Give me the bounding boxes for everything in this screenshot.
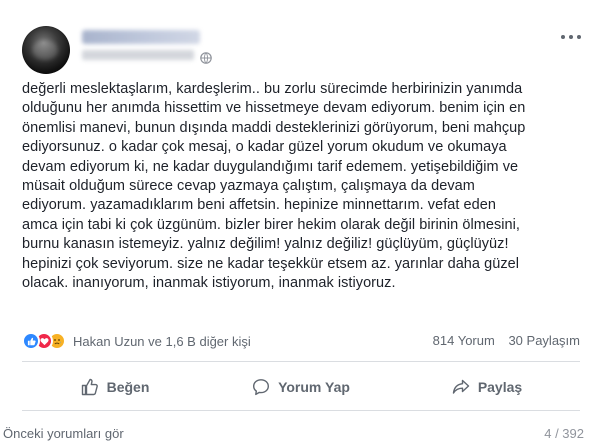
like-button-label: Beğen bbox=[106, 379, 150, 395]
comment-count[interactable]: 814 Yorum bbox=[433, 333, 495, 348]
view-previous-comments-link[interactable]: Önceki yorumları gör bbox=[3, 426, 124, 441]
author-name-blurred[interactable] bbox=[82, 30, 200, 44]
post-text-line: ediyorsunuz. o kadar çok mesaj, o kadar … bbox=[22, 139, 507, 156]
post-text-line: burnu kanasın istemeyiz. yalnız değilim!… bbox=[22, 236, 509, 253]
share-button[interactable]: Paylaş bbox=[394, 366, 580, 408]
engagement-counts: 814 Yorum 30 Paylaşım bbox=[423, 333, 580, 348]
post-text-line: ediyorum. yazamadıklarım beni affetsin. … bbox=[22, 197, 497, 214]
post-timestamp-blurred[interactable] bbox=[82, 50, 194, 60]
share-count[interactable]: 30 Paylaşım bbox=[508, 333, 580, 348]
post-text-line: olduğunu her anımda hissettim ve hissetm… bbox=[22, 100, 526, 117]
post-text-line: hepinizi çok seviyorum. size ne kadar te… bbox=[22, 255, 520, 272]
post-card: değerli meslektaşlarım, kardeşlerim.. bu… bbox=[0, 0, 600, 442]
divider bbox=[22, 361, 580, 362]
like-reaction-icon bbox=[22, 332, 40, 350]
comment-button[interactable]: Yorum Yap bbox=[208, 366, 394, 408]
comments-counter: 4 / 392 bbox=[544, 426, 584, 441]
comment-button-label: Yorum Yap bbox=[278, 379, 350, 395]
post-text-line: devam ediyorum ki, ne kadar duygulandığı… bbox=[22, 158, 519, 175]
avatar[interactable] bbox=[22, 26, 70, 74]
divider bbox=[22, 410, 580, 411]
share-button-label: Paylaş bbox=[477, 379, 523, 395]
share-arrow-icon bbox=[452, 379, 470, 394]
post-actions: Beğen Yorum Yap Paylaş bbox=[22, 366, 580, 408]
post-text-line: amca için tabi ki çok üzgünüm. bizler bi… bbox=[22, 216, 521, 233]
thumbs-up-icon bbox=[81, 378, 98, 396]
post-text: değerli meslektaşlarım, kardeşlerim.. bu… bbox=[22, 80, 588, 293]
reactors-text[interactable]: Hakan Uzun ve 1,6 B diğer kişi bbox=[73, 334, 251, 349]
like-button[interactable]: Beğen bbox=[22, 366, 208, 408]
post-text-line: müsait olduğum sürece cevap yazmaya çalı… bbox=[22, 178, 475, 195]
comment-icon bbox=[253, 379, 270, 396]
post-text-line: önemlisi manevi, bunun dışında maddi des… bbox=[22, 119, 526, 136]
globe-icon bbox=[200, 52, 212, 64]
more-options-icon[interactable] bbox=[558, 32, 584, 42]
post-text-line: değerli meslektaşlarım, kardeşlerim.. bu… bbox=[22, 81, 523, 97]
post-text-line: olacak. inanıyorum, inanmak istiyorum, i… bbox=[22, 275, 396, 292]
reactions-summary[interactable]: Hakan Uzun ve 1,6 B diğer kişi bbox=[22, 332, 251, 350]
